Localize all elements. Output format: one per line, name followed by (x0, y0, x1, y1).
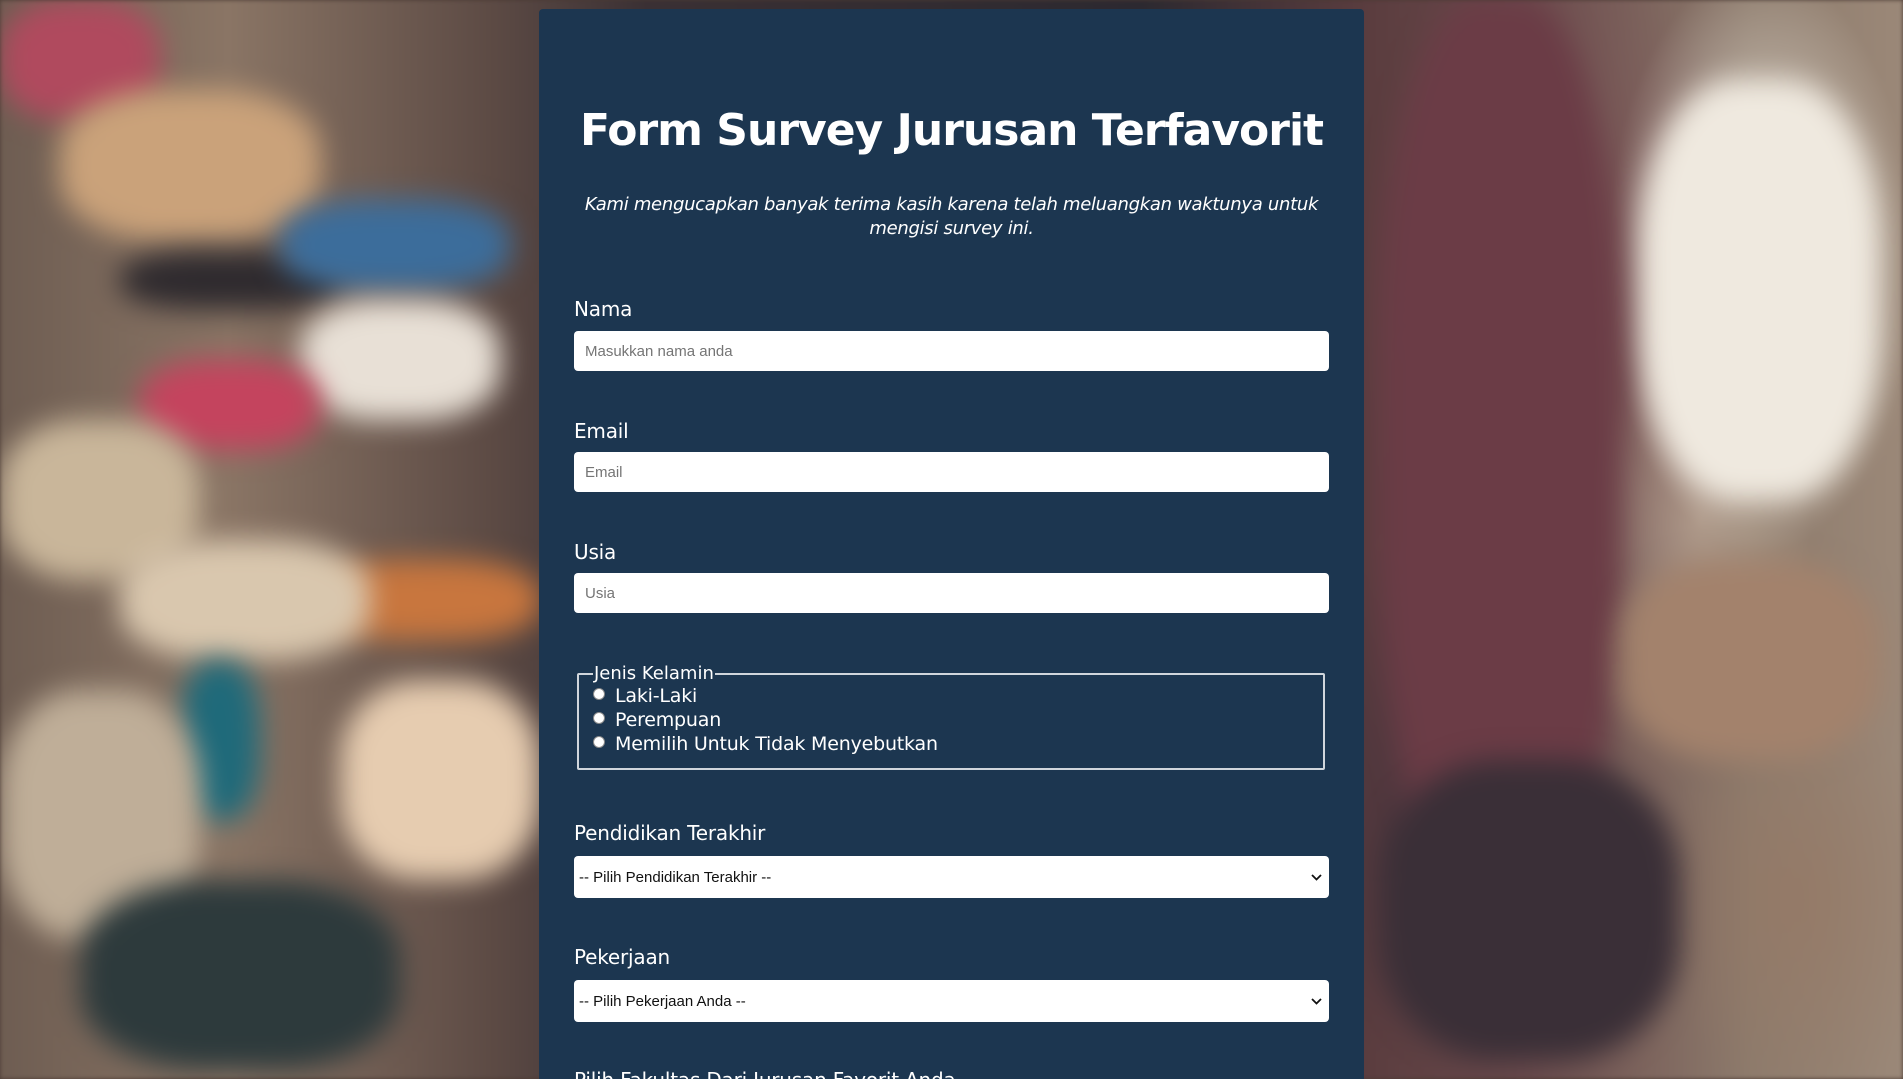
age-label: Usia (574, 540, 617, 564)
education-field-group: Pendidikan Terakhir -- Pilih Pendidikan … (574, 820, 1329, 898)
form-title: Form Survey Jurusan Terfavorit (579, 105, 1324, 156)
radio-button[interactable] (593, 688, 605, 700)
education-label: Pendidikan Terakhir (574, 821, 766, 845)
email-input[interactable] (574, 452, 1329, 492)
gender-fieldset: Jenis Kelamin Laki-Laki Perempuan Memili… (577, 664, 1325, 770)
gender-option-label: Laki-Laki (615, 685, 698, 707)
gender-option-laki-laki[interactable]: Laki-Laki (593, 684, 1309, 708)
email-field-group: Email (574, 418, 1329, 492)
gender-option-tidak-menyebutkan[interactable]: Memilih Untuk Tidak Menyebutkan (593, 732, 1309, 756)
chevron-down-icon (1309, 870, 1323, 884)
age-input[interactable] (574, 573, 1329, 613)
form-description: Kami mengucapkan banyak terima kasih kar… (584, 194, 1319, 239)
age-field-group: Usia (574, 539, 1329, 613)
chevron-down-icon (1309, 994, 1323, 1008)
job-label: Pekerjaan (574, 945, 670, 969)
email-label: Email (574, 419, 629, 443)
gender-option-label: Perempuan (615, 709, 722, 731)
job-select-value: -- Pilih Pekerjaan Anda -- (579, 992, 746, 1010)
name-input[interactable] (574, 331, 1329, 371)
job-field-group: Pekerjaan -- Pilih Pekerjaan Anda -- (574, 944, 1329, 1022)
gender-option-perempuan[interactable]: Perempuan (593, 708, 1309, 732)
faculty-field-group: Pilih Fakultas Dari Jurusan Favorit Anda (574, 1067, 956, 1079)
name-field-group: Nama (574, 296, 1329, 371)
faculty-label: Pilih Fakultas Dari Jurusan Favorit Anda (574, 1067, 956, 1079)
radio-button[interactable] (593, 736, 605, 748)
gender-legend: Jenis Kelamin (594, 663, 714, 684)
gender-option-label: Memilih Untuk Tidak Menyebutkan (615, 733, 938, 755)
education-select-value: -- Pilih Pendidikan Terakhir -- (579, 868, 772, 886)
radio-button[interactable] (593, 712, 605, 724)
education-select[interactable]: -- Pilih Pendidikan Terakhir -- (574, 856, 1329, 898)
survey-form-card: Form Survey Jurusan Terfavorit Kami meng… (539, 9, 1364, 1079)
job-select[interactable]: -- Pilih Pekerjaan Anda -- (574, 980, 1329, 1022)
name-label: Nama (574, 297, 633, 321)
